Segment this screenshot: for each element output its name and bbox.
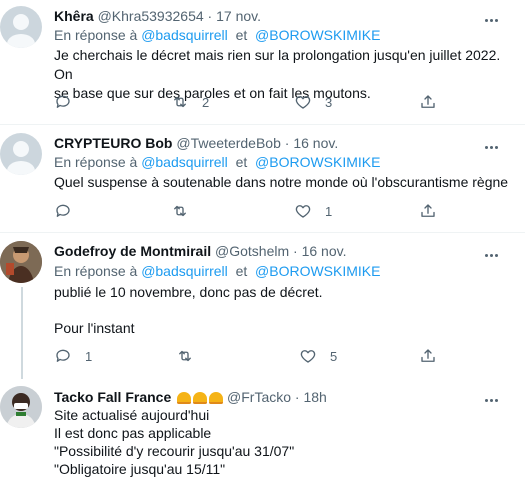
mention-link[interactable]: @BOROWSKIMIKE (255, 154, 380, 170)
tweet-text-line (54, 302, 514, 319)
reply-icon (56, 95, 70, 108)
reply-context: En réponse à @badsquirrell et @BOROWSKIM… (54, 26, 380, 44)
thread-line (21, 287, 23, 379)
author-handle[interactable]: @Gotshelm (215, 243, 289, 259)
like-button[interactable]: 5 (299, 346, 337, 366)
author-name[interactable]: Godefroy de Montmirail (54, 243, 211, 259)
author-handle[interactable]: @TweeterdeBob (176, 135, 281, 151)
share-button[interactable] (419, 201, 437, 221)
avatar[interactable] (0, 6, 42, 48)
tweet-actions: 2 3 (54, 92, 454, 112)
avatar[interactable] (0, 386, 42, 428)
like-icon (295, 205, 311, 218)
retweet-icon (174, 96, 186, 108)
reply-prefix: En réponse à (54, 263, 138, 279)
tweet-tacko[interactable]: Tacko Fall France @FrTacko · 18h Site ac… (0, 380, 525, 492)
dot-separator: · (294, 389, 300, 405)
taco-emoji-icon (175, 389, 224, 405)
tweet-actions: 1 5 (54, 346, 454, 366)
dot-separator: · (293, 243, 298, 259)
tweet-text-line: Site actualisé aujourd'hui (54, 407, 210, 423)
reply-prefix: En réponse à (54, 154, 138, 170)
reply-context: En réponse à @badsquirrell et @BOROWSKIM… (54, 153, 380, 171)
reply-context: En réponse à @badsquirrell et @BOROWSKIM… (54, 262, 380, 280)
like-count: 3 (325, 94, 333, 110)
mention-link[interactable]: @BOROWSKIMIKE (255, 263, 380, 279)
tweet-crypteuro[interactable]: CRYPTEURO Bob @TweeterdeBob · 16 nov. En… (0, 125, 525, 232)
tweet-khera[interactable]: Khêra @Khra53932654 · 17 nov. En réponse… (0, 0, 525, 122)
share-icon (421, 204, 435, 217)
reply-and: et (235, 263, 248, 279)
retweet-count: 2 (202, 94, 210, 110)
like-count: 1 (325, 203, 333, 219)
mention-link[interactable]: @BOROWSKIMIKE (255, 27, 380, 43)
share-button[interactable] (419, 346, 437, 366)
tweet-text: publié le 10 novembre, donc pas de décre… (54, 283, 514, 338)
reply-prefix: En réponse à (54, 27, 138, 43)
author-handle[interactable]: @Khra53932654 (98, 8, 204, 24)
reply-and: et (235, 154, 248, 170)
retweet-button[interactable] (176, 346, 207, 366)
author-handle[interactable]: @FrTacko (227, 389, 291, 405)
reply-button[interactable]: 1 (54, 346, 92, 366)
dot-separator: · (207, 8, 213, 24)
avatar[interactable] (0, 241, 42, 283)
author-name[interactable]: Tacko Fall France (54, 389, 171, 405)
avatar[interactable] (0, 133, 42, 175)
reply-count: 1 (85, 348, 93, 364)
timestamp[interactable]: 16 nov. (293, 135, 338, 151)
retweet-icon (174, 205, 186, 217)
reply-and: et (235, 27, 248, 43)
timestamp[interactable]: 17 nov. (216, 8, 261, 24)
retweet-icon (179, 350, 191, 362)
reply-feed: Khêra @Khra53932654 · 17 nov. En réponse… (0, 0, 525, 492)
tweet-text-line: "Obligatoire jusqu'au 15/11" (54, 461, 226, 477)
author-name[interactable]: Khêra (54, 8, 94, 24)
timestamp[interactable]: 16 nov. (302, 243, 347, 259)
more-icon[interactable] (485, 247, 505, 261)
tweet-text-line: Pour l'instant (54, 320, 135, 336)
tweet-text-line: Il est donc pas applicable (54, 425, 212, 441)
retweet-button[interactable] (171, 201, 202, 221)
more-icon[interactable] (485, 139, 505, 153)
more-icon[interactable] (485, 12, 505, 26)
tweet-godefroy[interactable]: Godefroy de Montmirail @Gotshelm · 16 no… (0, 233, 525, 379)
tweet-text: Site actualisé aujourd'hui Il est donc p… (54, 406, 514, 478)
mention-link[interactable]: @badsquirrell (141, 154, 228, 170)
more-icon[interactable] (485, 392, 505, 406)
tweet-text: Quel suspense à soutenable dans notre mo… (54, 173, 514, 192)
tweet-text-line: "Possibilité d'y recourir jusqu'au 31/07… (54, 443, 295, 459)
reply-button[interactable] (54, 201, 85, 221)
share-icon (421, 95, 435, 108)
mention-link[interactable]: @badsquirrell (141, 27, 228, 43)
like-icon (300, 350, 316, 363)
like-icon (295, 96, 311, 109)
reply-button[interactable] (54, 92, 85, 112)
like-button[interactable]: 1 (294, 201, 332, 221)
reply-icon (56, 204, 70, 217)
like-count: 5 (330, 348, 338, 364)
author-name[interactable]: CRYPTEURO Bob (54, 135, 172, 151)
mention-link[interactable]: @badsquirrell (141, 263, 228, 279)
retweet-button[interactable]: 2 (171, 92, 209, 112)
share-button[interactable] (419, 92, 437, 112)
tweet-text-line: Quel suspense à soutenable dans notre mo… (54, 174, 509, 190)
like-button[interactable]: 3 (294, 92, 332, 112)
reply-icon (56, 349, 70, 362)
tweet-text-line: Je cherchais le décret mais rien sur la … (54, 47, 501, 82)
tweet-actions: 1 (54, 201, 454, 221)
dot-separator: · (284, 135, 290, 151)
tweet-text-line: publié le 10 novembre, donc pas de décre… (54, 284, 323, 300)
share-icon (421, 349, 435, 362)
timestamp[interactable]: 18h (303, 389, 326, 405)
